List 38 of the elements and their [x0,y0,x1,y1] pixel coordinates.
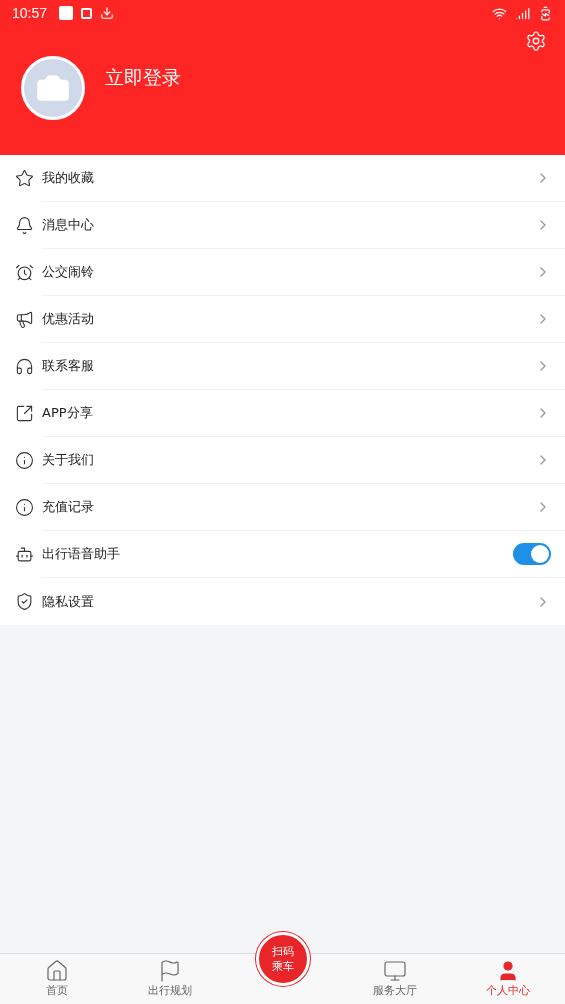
scan-ride-button[interactable]: 扫码 乘车 [256,932,310,986]
settings-icon[interactable] [525,30,547,52]
nav-tab[interactable]: 个人中心 [451,954,565,1004]
star-icon [15,169,34,188]
menu-item[interactable]: 优惠活动 [42,309,535,329]
nav-tab[interactable]: 服务大厅 [338,954,452,1004]
nav-tab[interactable]: 首页 [0,954,114,1004]
menu-item[interactable]: 充值记录 [42,497,535,517]
wifi-icon [492,5,507,21]
battery-icon [538,5,553,21]
menu-item[interactable]: 我的收藏 [42,168,535,188]
bell-icon [15,216,34,235]
notification-icon [59,6,74,20]
menu-item[interactable]: 联系客服 [42,356,535,376]
signal-icon [515,5,530,21]
robot-icon [15,545,34,564]
login-link[interactable]: 立即登录 [105,62,181,92]
headset-icon [15,357,34,376]
megaphone-icon [15,310,34,329]
status-time: 10:57 [12,3,48,23]
shield-icon [15,592,34,611]
menu-item[interactable]: 隐私设置 [42,591,535,612]
share-icon [15,404,34,423]
home-icon [44,958,69,983]
monitor-icon [383,958,408,983]
download-icon [100,6,115,20]
avatar[interactable] [21,56,85,120]
nav-tab[interactable]: 出行规划 [113,954,227,1004]
menu-item[interactable]: 关于我们 [42,450,535,470]
info-icon [15,451,34,470]
info-icon [15,498,34,517]
menu-item[interactable]: 消息中心 [42,215,535,235]
toggle-switch[interactable] [513,543,551,565]
menu-item[interactable]: APP分享 [42,403,535,423]
alarm-clock-icon [15,263,34,282]
menu-item[interactable]: 出行语音助手 [42,544,513,564]
app-notification-icon [81,7,93,19]
menu-item[interactable]: 公交闹铃 [42,262,535,282]
